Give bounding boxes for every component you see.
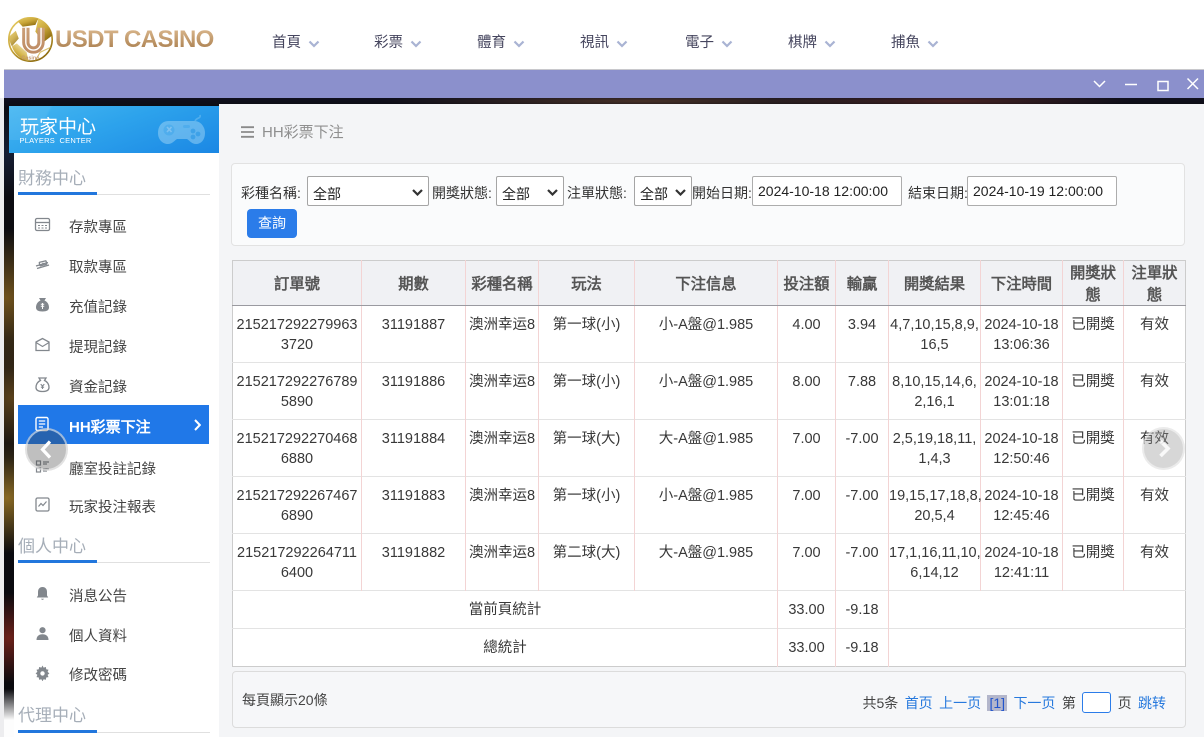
svg-text:Casino: Casino — [22, 56, 41, 62]
